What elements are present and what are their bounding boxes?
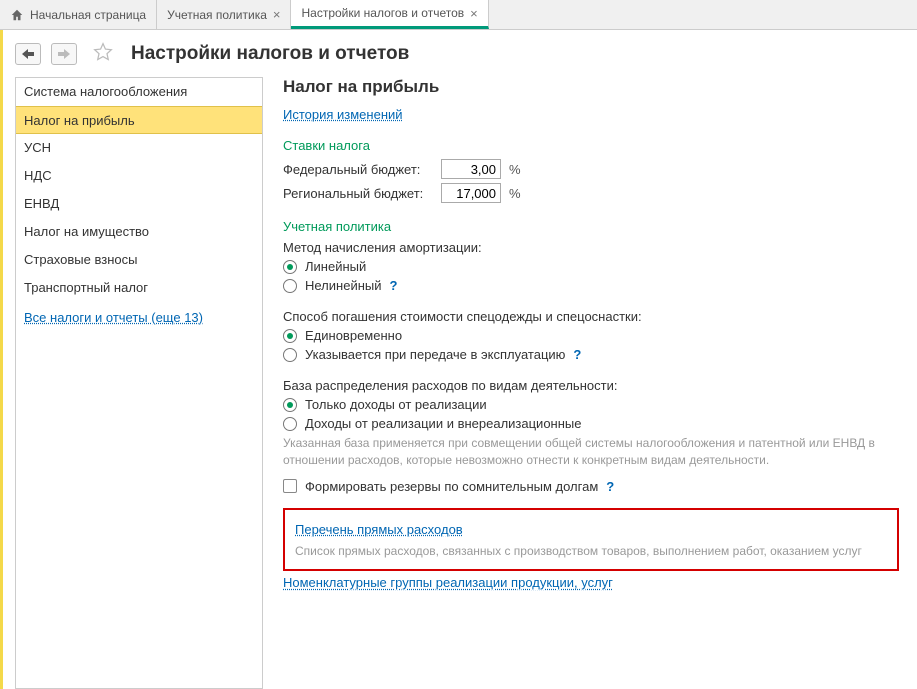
radio-workwear-once[interactable] [283,329,297,343]
base-label: База распределения расходов по видам дея… [283,378,905,393]
sidebar-all-taxes-link[interactable]: Все налоги и отчеты (еще 13) [16,302,262,333]
base-description: Указанная база применяется при совмещени… [283,435,905,469]
radio-nonlinear[interactable] [283,279,297,293]
policy-heading: Учетная политика [283,219,905,234]
federal-label: Федеральный бюджет: [283,162,433,177]
tab-home-label: Начальная страница [30,8,146,22]
amort-label: Метод начисления амортизации: [283,240,905,255]
rates-heading: Ставки налога [283,138,905,153]
help-icon[interactable]: ? [606,479,614,494]
close-icon[interactable]: × [470,6,478,21]
tab-label: Настройки налогов и отчетов [301,6,464,20]
radio-workwear-ontransfer[interactable] [283,348,297,362]
close-icon[interactable]: × [273,7,281,22]
reserve-checkbox[interactable] [283,479,297,493]
tab-home[interactable]: Начальная страница [0,0,157,29]
federal-input[interactable] [441,159,501,179]
sidebar-item-profit-tax[interactable]: Налог на прибыль [16,106,262,134]
help-icon[interactable]: ? [573,347,581,362]
page-title: Настройки налогов и отчетов [131,43,409,65]
radio-base-sales[interactable] [283,398,297,412]
percent-label: % [509,162,521,177]
title-row: Настройки налогов и отчетов [15,42,905,65]
help-icon[interactable]: ? [390,278,398,293]
direct-expenses-link[interactable]: Перечень прямых расходов [295,522,463,537]
radio-base-all-label: Доходы от реализации и внереализационные [305,416,581,431]
sidebar-item-nds[interactable]: НДС [16,162,262,190]
radio-nonlinear-label: Нелинейный [305,278,382,293]
radio-workwear-once-label: Единовременно [305,328,402,343]
tabs-bar: Начальная страница Учетная политика × На… [0,0,917,30]
main-panel: Налог на прибыль История изменений Ставк… [263,77,905,689]
radio-base-all[interactable] [283,417,297,431]
sidebar-item-transport-tax[interactable]: Транспортный налог [16,274,262,302]
regional-label: Региональный бюджет: [283,186,433,201]
content-wrapper: Настройки налогов и отчетов Система нало… [0,30,917,689]
reserve-label: Формировать резервы по сомнительным долг… [305,479,598,494]
sidebar-item-envd[interactable]: ЕНВД [16,190,262,218]
radio-linear-label: Линейный [305,259,366,274]
workwear-label: Способ погашения стоимости спецодежды и … [283,309,905,324]
sidebar-item-usn[interactable]: УСН [16,134,262,162]
radio-base-sales-label: Только доходы от реализации [305,397,487,412]
direct-expenses-box: Перечень прямых расходов Список прямых р… [283,508,899,572]
sidebar: Система налогообложения Налог на прибыль… [15,77,263,689]
tab-accounting-policy[interactable]: Учетная политика × [157,0,291,29]
direct-expenses-desc: Список прямых расходов, связанных с прои… [295,543,887,560]
sidebar-item-property-tax[interactable]: Налог на имущество [16,218,262,246]
percent-label: % [509,186,521,201]
radio-linear[interactable] [283,260,297,274]
section-heading: Налог на прибыль [283,77,905,97]
tab-tax-settings[interactable]: Настройки налогов и отчетов × [291,0,488,29]
tab-label: Учетная политика [167,8,267,22]
home-icon [10,8,24,22]
forward-button[interactable] [51,43,77,65]
regional-input[interactable] [441,183,501,203]
history-link[interactable]: История изменений [283,107,403,122]
radio-workwear-ontransfer-label: Указывается при передаче в эксплуатацию [305,347,565,362]
star-icon[interactable] [93,42,113,65]
back-button[interactable] [15,43,41,65]
sidebar-item-tax-system[interactable]: Система налогообложения [16,78,262,106]
sidebar-item-insurance[interactable]: Страховые взносы [16,246,262,274]
nomenclature-link[interactable]: Номенклатурные группы реализации продукц… [283,575,613,590]
